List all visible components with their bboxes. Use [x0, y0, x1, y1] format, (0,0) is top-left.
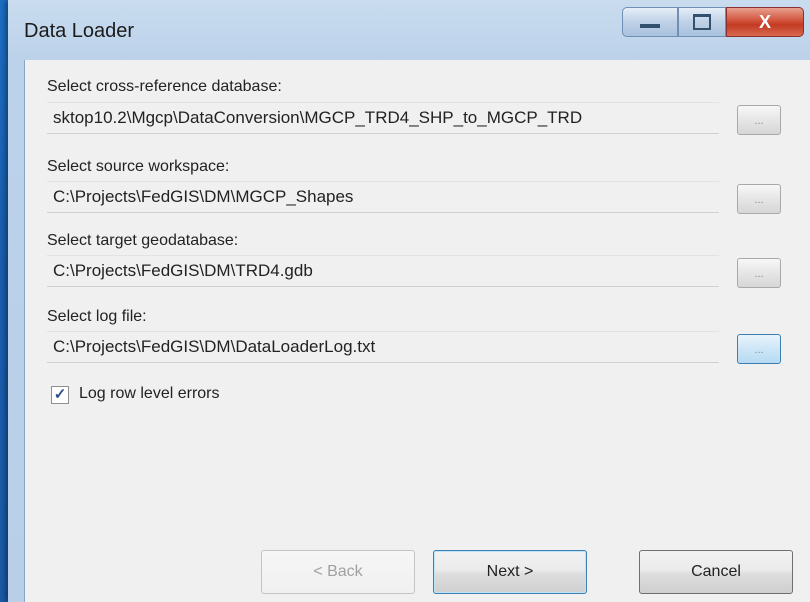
- log-row-errors-label[interactable]: Log row level errors: [79, 385, 220, 403]
- log-file-browse-button[interactable]: ...: [737, 334, 781, 364]
- minimize-button[interactable]: [622, 7, 678, 37]
- close-icon: X: [758, 11, 771, 32]
- cross-reference-label: Select cross-reference database:: [47, 78, 282, 95]
- window-title: Data Loader: [24, 20, 135, 42]
- maximize-icon: [693, 14, 711, 30]
- source-workspace-label: Select source workspace:: [47, 158, 230, 175]
- close-button[interactable]: X: [726, 7, 804, 37]
- source-workspace-path-field[interactable]: C:\Projects\FedGIS\DM\MGCP_Shapes: [47, 181, 719, 213]
- wizard-client-area: Select cross-reference database: sktop10…: [24, 60, 810, 602]
- target-geodatabase-path-field[interactable]: C:\Projects\FedGIS\DM\TRD4.gdb: [47, 255, 719, 287]
- data-loader-window: Data Loader X Select cross-reference dat…: [8, 0, 810, 602]
- maximize-button[interactable]: [678, 7, 726, 37]
- log-file-path-field[interactable]: C:\Projects\FedGIS\DM\DataLoaderLog.txt: [47, 331, 719, 363]
- log-file-label: Select log file:: [47, 308, 147, 325]
- cancel-button[interactable]: Cancel: [639, 550, 793, 594]
- minimize-icon: [640, 24, 660, 28]
- next-button[interactable]: Next >: [433, 550, 587, 594]
- back-button[interactable]: < Back: [261, 550, 415, 594]
- log-row-errors-checkbox[interactable]: ✓: [51, 386, 69, 404]
- target-geodatabase-label: Select target geodatabase:: [47, 232, 239, 249]
- cross-reference-browse-button[interactable]: ...: [737, 105, 781, 135]
- title-bar[interactable]: Data Loader X: [8, 0, 810, 60]
- source-workspace-browse-button[interactable]: ...: [737, 184, 781, 214]
- target-geodatabase-browse-button[interactable]: ...: [737, 258, 781, 288]
- cross-reference-path-field[interactable]: sktop10.2\Mgcp\DataConversion\MGCP_TRD4_…: [47, 102, 719, 134]
